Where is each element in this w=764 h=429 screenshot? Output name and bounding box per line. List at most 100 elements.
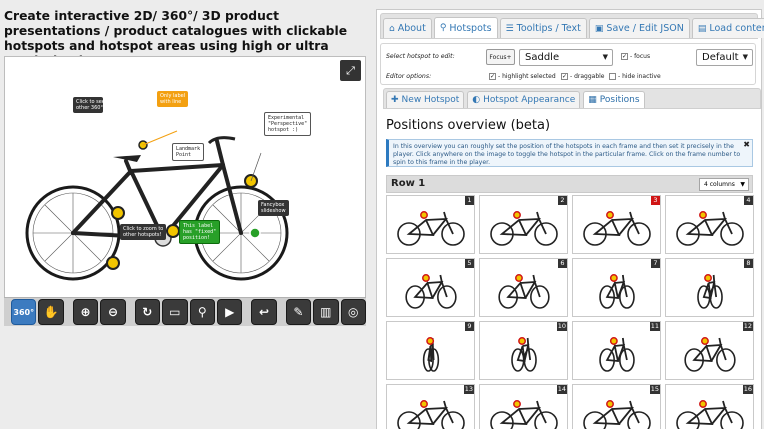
bike-thumbnail-image[interactable]: [480, 322, 569, 381]
bike-thumbnail-image[interactable]: [387, 322, 476, 381]
tab-save-json[interactable]: ▣ Save / Edit JSON: [588, 18, 690, 38]
play-icon[interactable]: ▶: [216, 299, 243, 325]
bike-thumbnail-image[interactable]: [666, 259, 755, 318]
hotspot-marker[interactable]: [699, 400, 707, 408]
hotspot-marker[interactable]: [513, 400, 521, 408]
frame-thumbnail[interactable]: 7: [572, 258, 661, 317]
hotspot-marker[interactable]: [422, 274, 430, 282]
bike-thumbnail-image[interactable]: [480, 259, 569, 318]
hotspot-marker[interactable]: [699, 211, 707, 219]
rotate-icon[interactable]: ↻: [134, 299, 161, 325]
bike-thumbnail-image[interactable]: [573, 196, 662, 255]
hotspot-marker[interactable]: [704, 274, 712, 282]
frame-number[interactable]: 10: [556, 322, 567, 331]
tab-hotspots[interactable]: ⚲ Hotspots: [433, 17, 498, 38]
frame-number[interactable]: 11: [649, 322, 660, 331]
mode-360-button[interactable]: 360°: [11, 299, 37, 325]
hotspot-label-fancybox[interactable]: Fancybox slideshow: [258, 200, 289, 216]
frame-thumbnail[interactable]: 10: [479, 321, 568, 380]
hotspot-marker[interactable]: [606, 211, 614, 219]
trash-icon[interactable]: ▥: [313, 299, 339, 325]
hotspot-marker[interactable]: [426, 337, 435, 345]
hotspot-toggle-icon[interactable]: ✎: [285, 299, 312, 325]
style-select[interactable]: Default ▼: [696, 49, 753, 66]
marker-icon[interactable]: ⚲: [189, 299, 215, 325]
bike-thumbnail-image[interactable]: [387, 259, 476, 318]
bike-thumbnail-image[interactable]: [387, 196, 476, 255]
frame-number[interactable]: 12: [742, 322, 753, 331]
hotspot-label-landmark: Landmark Point: [172, 143, 205, 161]
hotspot-marker[interactable]: [609, 274, 618, 282]
frame-thumbnail[interactable]: 1: [386, 195, 475, 254]
tab-about[interactable]: ⌂ About: [383, 18, 432, 38]
bike-thumbnail-image[interactable]: [666, 322, 755, 381]
subtab-positions[interactable]: ▦ Positions: [583, 91, 645, 108]
focus-button[interactable]: Focus+: [486, 49, 515, 65]
frame-thumbnail[interactable]: 15: [572, 384, 661, 429]
hotspot-marker[interactable]: [513, 211, 521, 219]
tab-tooltips[interactable]: ☰ Tooltips / Text: [499, 18, 587, 38]
bike-thumbnail-image[interactable]: [573, 385, 662, 429]
hotspot-marker[interactable]: [515, 274, 523, 282]
highlight-checkbox[interactable]: ✓ - highlight selected: [489, 73, 556, 80]
frame-thumbnail[interactable]: 12: [665, 321, 754, 380]
reset-icon[interactable]: ↩: [251, 299, 277, 325]
bike-thumbnail-image[interactable]: [666, 385, 755, 429]
frame-thumbnail[interactable]: 6: [479, 258, 568, 317]
frame-number[interactable]: 9: [465, 322, 474, 331]
frame-number[interactable]: 13: [463, 385, 474, 394]
frame-number[interactable]: 4: [744, 196, 753, 205]
screen-icon[interactable]: ▭: [162, 299, 188, 325]
frame-thumbnail[interactable]: 8: [665, 258, 754, 317]
tab-load-content[interactable]: ▤Load content: [691, 18, 764, 38]
hotspot-marker[interactable]: [420, 211, 428, 219]
frame-thumbnail[interactable]: 11: [572, 321, 661, 380]
frame-thumbnail[interactable]: 16: [665, 384, 754, 429]
close-icon[interactable]: ✖: [743, 141, 750, 149]
frame-number[interactable]: 16: [742, 385, 753, 394]
zoom-in-icon[interactable]: ⊕: [72, 299, 99, 325]
draggable-checkbox[interactable]: ✓ - draggable: [561, 73, 605, 80]
bike-thumbnail-image[interactable]: [573, 322, 662, 381]
subtab-new-hotspot[interactable]: ✚ New Hotspot: [386, 91, 465, 108]
product-viewer[interactable]: ⤢ Click to see other 360° Only label wit…: [4, 56, 366, 326]
columns-select[interactable]: 4 columns ▼: [699, 178, 749, 191]
hotspot-label-360[interactable]: Click to see other 360°: [73, 97, 105, 113]
hotspot-label-zoom[interactable]: Click to zoom to other hotspots!: [120, 224, 167, 240]
zoom-out-icon[interactable]: ⊖: [100, 299, 126, 325]
fullscreen-icon[interactable]: ⤢: [340, 60, 361, 81]
target-icon[interactable]: ◎: [340, 299, 366, 325]
bike-thumbnail-image[interactable]: [573, 259, 662, 318]
frame-thumbnail[interactable]: 3: [572, 195, 661, 254]
hotspot-marker[interactable]: [606, 400, 614, 408]
frame-number[interactable]: 7: [651, 259, 660, 268]
hotspot-marker[interactable]: [518, 337, 526, 345]
frame-number[interactable]: 3: [651, 196, 660, 205]
hotspot-marker[interactable]: [701, 337, 709, 345]
bike-thumbnail-image[interactable]: [480, 385, 569, 429]
frame-number[interactable]: 2: [558, 196, 567, 205]
frame-thumbnail[interactable]: 2: [479, 195, 568, 254]
hand-icon[interactable]: ✋: [38, 299, 64, 325]
frame-number[interactable]: 5: [465, 259, 474, 268]
frame-number[interactable]: 14: [556, 385, 567, 394]
frame-thumbnail[interactable]: 5: [386, 258, 475, 317]
frame-thumbnail[interactable]: 4: [665, 195, 754, 254]
hotspot-marker[interactable]: [420, 400, 428, 408]
bike-thumbnail-image[interactable]: [666, 196, 755, 255]
frame-thumbnail[interactable]: 14: [479, 384, 568, 429]
bike-thumbnail-image[interactable]: [480, 196, 569, 255]
frame-number[interactable]: 15: [649, 385, 660, 394]
select-hotspot-label: Select hotspot to edit:: [386, 53, 455, 60]
focus-checkbox[interactable]: ✓ - focus: [621, 53, 650, 60]
frame-number[interactable]: 1: [465, 196, 474, 205]
bike-thumbnail-image[interactable]: [387, 385, 476, 429]
frame-number[interactable]: 6: [558, 259, 567, 268]
hotspot-select[interactable]: Saddle ▼: [519, 49, 613, 66]
subtab-appearance[interactable]: ◐ Hotspot Appearance: [467, 91, 581, 108]
frame-thumbnail[interactable]: 9: [386, 321, 475, 380]
frame-number[interactable]: 8: [744, 259, 753, 268]
hotspot-marker[interactable]: [609, 337, 618, 345]
frame-thumbnail[interactable]: 13: [386, 384, 475, 429]
hide-inactive-checkbox[interactable]: - hide inactive: [609, 73, 661, 80]
